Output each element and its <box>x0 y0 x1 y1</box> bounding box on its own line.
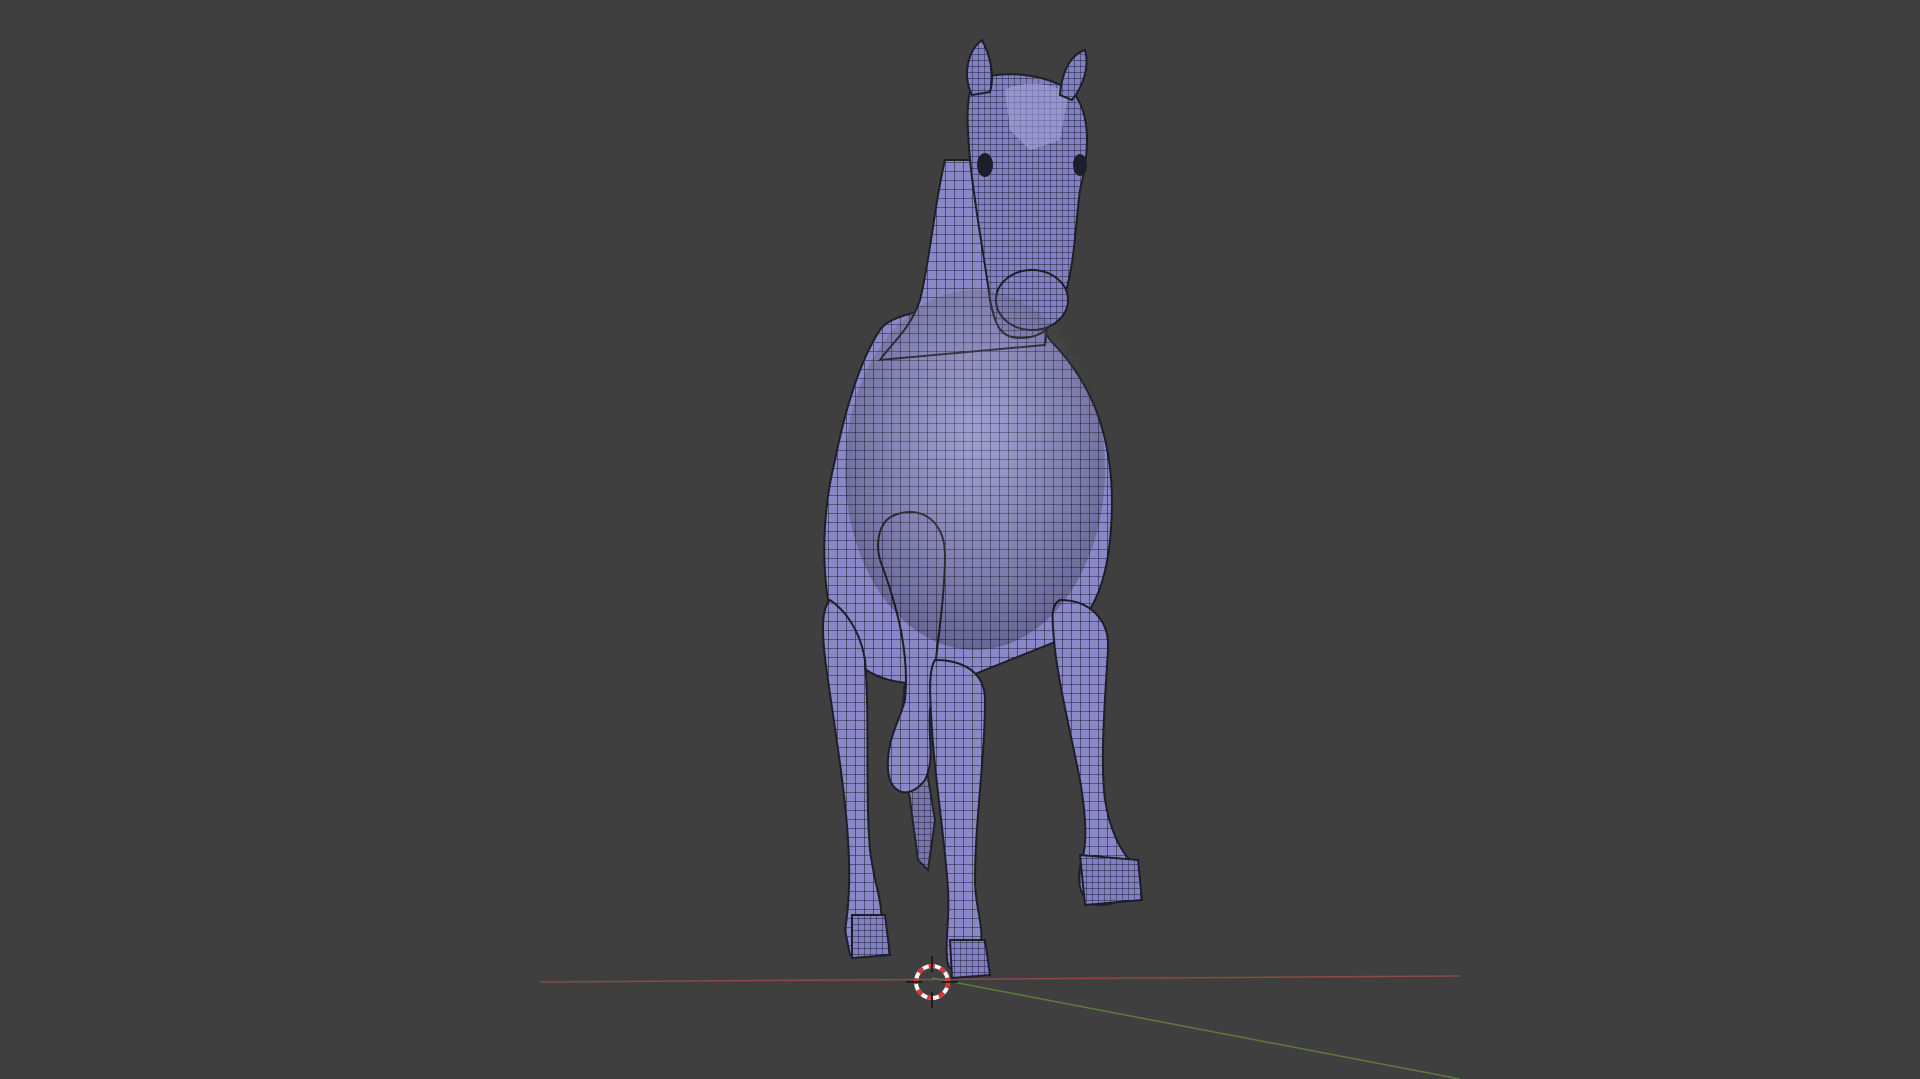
horse-center-hoof <box>948 939 992 980</box>
horse-center-leg <box>929 658 987 974</box>
viewport-canvas <box>539 38 1461 1079</box>
horse-right-eye <box>1073 154 1087 176</box>
y-axis-line <box>931 977 1461 1079</box>
horse-left-ear <box>966 38 993 97</box>
horse-mesh[interactable] <box>822 38 1144 980</box>
horse-left-hoof <box>851 914 892 960</box>
3d-viewport[interactable] <box>0 0 1920 1079</box>
horse-chest-shade <box>845 290 1105 650</box>
horse-right-hoof <box>1078 853 1144 907</box>
horse-left-eye <box>977 153 993 177</box>
horse-right-ear <box>1058 48 1088 102</box>
x-axis-line <box>539 975 1461 983</box>
